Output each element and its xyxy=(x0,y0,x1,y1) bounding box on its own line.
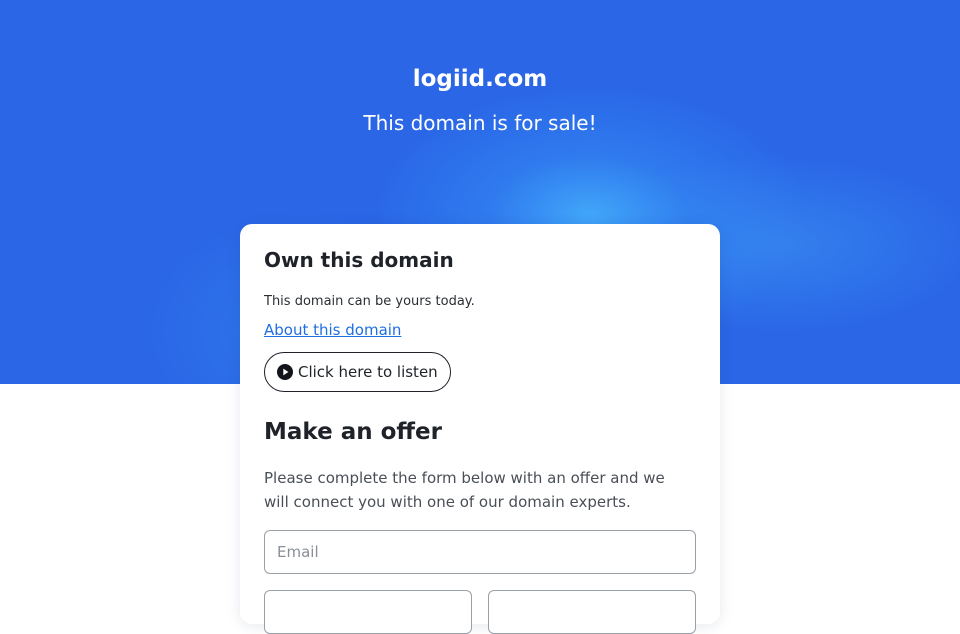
form-field-right[interactable] xyxy=(488,590,696,634)
offer-description: Please complete the form below with an o… xyxy=(264,469,665,511)
play-icon xyxy=(277,364,293,380)
email-field[interactable] xyxy=(264,530,696,574)
listen-label: Click here to listen xyxy=(298,363,438,381)
own-domain-text: This domain can be yours today. xyxy=(264,294,475,309)
for-sale-tagline: This domain is for sale! xyxy=(363,111,597,135)
make-offer-heading: Make an offer xyxy=(264,419,442,445)
domain-card: Own this domain This domain can be yours… xyxy=(240,224,720,634)
domain-name: logiid.com xyxy=(412,66,548,92)
listen-button[interactable]: Click here to listen xyxy=(264,352,451,392)
about-domain-link[interactable]: About this domain xyxy=(264,321,401,339)
own-domain-heading: Own this domain xyxy=(264,248,454,272)
form-field-left[interactable] xyxy=(264,590,472,634)
